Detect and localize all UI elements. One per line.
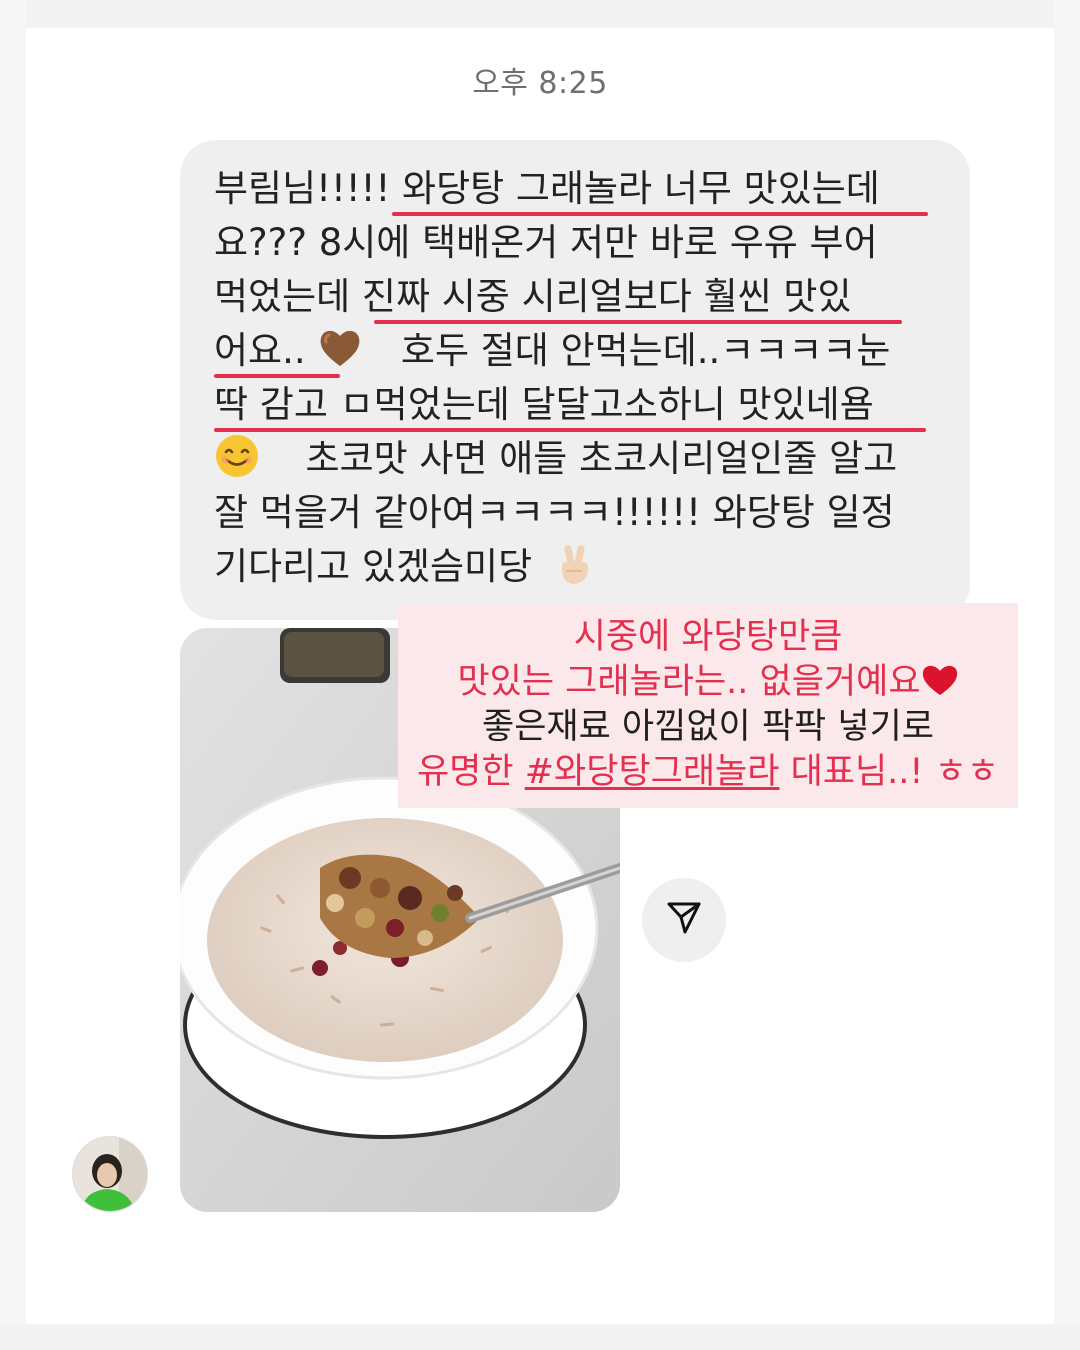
message-text: 딱 감고 ㅁ먹었는데 달달고소하니 맛있네욤 (214, 383, 874, 426)
sender-avatar[interactable] (72, 1136, 148, 1212)
message-text: 먹었는데 진짜 시중 시리얼보다 훨씬 맛있 (214, 275, 852, 318)
brown-heart-icon (317, 325, 363, 371)
caption-line: 맛있는 그래놀라는.. 없을거예요 (398, 660, 1018, 705)
message-text: 기다리고 있겠슴미당 (214, 545, 533, 588)
caption-text: 유명한 (416, 752, 525, 792)
dm-screen: 오후 8:25 부림님!!!!! 와당탕 그래놀라 너무 맛있는데 요??? 8… (0, 0, 1080, 1350)
message-timestamp: 오후 8:25 (472, 66, 608, 101)
share-button[interactable] (642, 878, 726, 962)
message-line: 기다리고 있겠슴미당 (214, 540, 936, 594)
smiling-face-icon (214, 433, 260, 479)
message-text: 요??? 8시에 택배온거 저만 바로 우유 부어 (214, 221, 878, 264)
message-line: 먹었는데 진짜 시중 시리얼보다 훨씬 맛있 (214, 270, 936, 324)
message-line: 부림님!!!!! 와당탕 그래놀라 너무 맛있는데 (214, 162, 936, 216)
red-heart-icon (921, 663, 959, 697)
message-text: 호두 절대 안먹는데..ㅋㅋㅋㅋ눈 (400, 329, 891, 372)
message-text: 잘 먹을거 같아여ㅋㅋㅋㅋ!!!!!! 와당탕 일정 (214, 491, 895, 534)
frame-right (1054, 0, 1080, 1350)
victory-hand-icon (552, 541, 598, 587)
message-line: 잘 먹을거 같아여ㅋㅋㅋㅋ!!!!!! 와당탕 일정 (214, 486, 936, 540)
frame-left (0, 0, 26, 1350)
frame-bottom (0, 1324, 1080, 1350)
caption-text: 대표님..! ㅎㅎ (779, 752, 999, 792)
message-text: 초코맛 사면 애들 초코시리얼인줄 알고 (305, 437, 898, 480)
story-caption-overlay: 시중에 와당탕만큼 맛있는 그래놀라는.. 없을거예요 좋은재료 아낌없이 팍팍… (398, 603, 1018, 808)
caption-line: 좋은재료 아낌없이 팍팍 넣기로 (482, 707, 934, 747)
send-icon (664, 898, 704, 942)
caption-line: 시중에 와당탕만큼 (573, 617, 843, 657)
received-message-bubble[interactable]: 부림님!!!!! 와당탕 그래놀라 너무 맛있는데 요??? 8시에 택배온거 … (180, 140, 970, 620)
hashtag-link[interactable]: #와당탕그래놀라 (525, 752, 780, 792)
message-text: 부림님!!!!! 와당탕 그래놀라 너무 맛있는데 (214, 167, 880, 210)
message-line: 어요.. 호두 절대 안먹는데..ㅋㅋㅋㅋ눈 (214, 324, 936, 378)
message-line: 초코맛 사면 애들 초코시리얼인줄 알고 (214, 432, 936, 486)
caption-line: 유명한 #와당탕그래놀라 대표님..! ㅎㅎ (398, 750, 1018, 795)
frame-top (0, 0, 1080, 28)
message-text: 어요.. (214, 329, 306, 372)
caption-text: 맛있는 그래놀라는.. 없을거예요 (457, 662, 921, 702)
message-line: 딱 감고 ㅁ먹었는데 달달고소하니 맛있네욤 (214, 378, 936, 432)
message-line: 요??? 8시에 택배온거 저만 바로 우유 부어 (214, 216, 936, 270)
